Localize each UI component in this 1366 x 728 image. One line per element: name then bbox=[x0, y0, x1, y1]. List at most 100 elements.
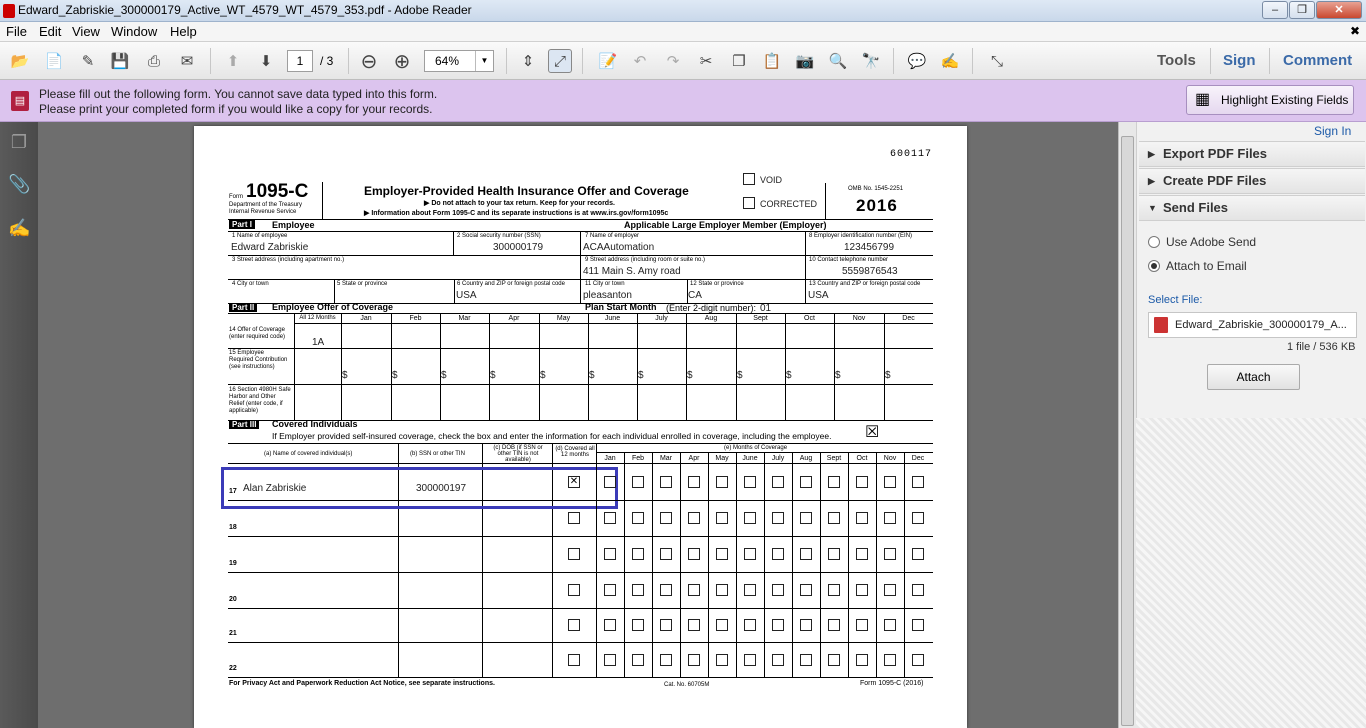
contribution-dollar-11[interactable]: $ bbox=[885, 370, 891, 381]
month-checkbox[interactable] bbox=[828, 548, 840, 560]
month-checkbox[interactable] bbox=[912, 619, 924, 631]
rotate-right-icon[interactable]: ↷ bbox=[661, 49, 685, 73]
previous-page-icon[interactable]: ⬆ bbox=[221, 49, 245, 73]
highlight-fields-button[interactable]: ▦ Highlight Existing Fields bbox=[1186, 85, 1354, 115]
comment-pane-link[interactable]: Comment bbox=[1283, 52, 1352, 69]
month-checkbox[interactable] bbox=[772, 548, 784, 560]
month-checkbox[interactable] bbox=[800, 548, 812, 560]
month-checkbox[interactable] bbox=[632, 653, 644, 666]
month-checkbox[interactable] bbox=[772, 584, 784, 596]
month-checkbox[interactable] bbox=[632, 619, 644, 631]
month-checkbox[interactable] bbox=[604, 653, 616, 666]
month-checkbox[interactable] bbox=[856, 512, 868, 524]
use-adobe-send-radio[interactable] bbox=[1148, 236, 1160, 248]
sign-pane-link[interactable]: Sign bbox=[1223, 52, 1256, 69]
paste-icon[interactable]: 📋 bbox=[760, 49, 784, 73]
open-icon[interactable]: 📂 bbox=[8, 49, 32, 73]
all-12-months-checkbox[interactable] bbox=[568, 548, 580, 560]
month-checkbox[interactable] bbox=[604, 619, 616, 631]
minimize-button[interactable]: ‒ bbox=[1262, 1, 1288, 19]
edit-pdf-icon[interactable]: ✎ bbox=[76, 49, 100, 73]
month-checkbox[interactable] bbox=[632, 584, 644, 596]
save-icon[interactable]: 💾 bbox=[108, 49, 132, 73]
binoculars-icon[interactable]: 🔭 bbox=[859, 49, 883, 73]
month-checkbox[interactable] bbox=[632, 476, 644, 488]
month-checkbox[interactable] bbox=[828, 619, 840, 631]
month-checkbox[interactable] bbox=[660, 548, 672, 560]
zoom-out-icon[interactable]: ⊖ bbox=[357, 49, 381, 73]
contribution-dollar-3[interactable]: $ bbox=[490, 370, 496, 381]
tools-pane-link[interactable]: Tools bbox=[1157, 52, 1196, 69]
employer-name-field[interactable]: ACAAutomation bbox=[583, 242, 654, 253]
maximize-button[interactable]: ❐ bbox=[1289, 1, 1315, 19]
create-pdf-section[interactable]: ▶ Create PDF Files bbox=[1139, 168, 1365, 194]
month-checkbox[interactable] bbox=[660, 584, 672, 596]
employer-state-field[interactable]: CA bbox=[688, 290, 702, 301]
search-icon[interactable]: 🔍 bbox=[826, 49, 850, 73]
employee-country-field[interactable]: USA bbox=[456, 290, 477, 301]
month-checkbox[interactable] bbox=[660, 476, 672, 488]
cut-icon[interactable]: ✂ bbox=[694, 49, 718, 73]
contribution-dollar-4[interactable]: $ bbox=[540, 370, 546, 381]
month-checkbox[interactable] bbox=[884, 653, 896, 666]
employer-country-field[interactable]: USA bbox=[808, 290, 829, 301]
month-checkbox[interactable] bbox=[912, 548, 924, 560]
month-checkbox[interactable] bbox=[660, 512, 672, 524]
fit-width-icon[interactable]: ⇕ bbox=[516, 49, 540, 73]
month-checkbox[interactable] bbox=[772, 619, 784, 631]
month-checkbox[interactable] bbox=[884, 584, 896, 596]
close-window-button[interactable]: ✕ bbox=[1316, 1, 1362, 19]
month-checkbox[interactable] bbox=[856, 653, 868, 666]
month-checkbox[interactable] bbox=[744, 476, 756, 488]
rotate-left-icon[interactable]: ↶ bbox=[628, 49, 652, 73]
month-checkbox[interactable] bbox=[856, 619, 868, 631]
month-checkbox[interactable] bbox=[744, 584, 756, 596]
month-checkbox[interactable] bbox=[800, 512, 812, 524]
fit-page-icon[interactable]: ⤢ bbox=[548, 49, 572, 73]
all-12-months-checkbox[interactable] bbox=[568, 584, 580, 596]
employer-phone-field[interactable]: 5559876543 bbox=[842, 266, 898, 277]
month-checkbox[interactable] bbox=[828, 584, 840, 596]
month-checkbox[interactable] bbox=[688, 619, 700, 631]
menu-file[interactable]: File bbox=[6, 24, 27, 39]
month-checkbox[interactable] bbox=[856, 548, 868, 560]
month-checkbox[interactable] bbox=[604, 476, 616, 488]
month-checkbox[interactable] bbox=[912, 476, 924, 488]
sign-in-link[interactable]: Sign In bbox=[1314, 124, 1351, 138]
menu-help[interactable]: Help bbox=[170, 24, 197, 39]
month-checkbox[interactable] bbox=[800, 476, 812, 488]
all-12-months-checkbox[interactable] bbox=[568, 653, 580, 666]
contribution-dollar-8[interactable]: $ bbox=[737, 370, 743, 381]
corrected-checkbox[interactable] bbox=[743, 197, 755, 209]
month-checkbox[interactable] bbox=[716, 584, 728, 596]
menu-edit[interactable]: Edit bbox=[39, 24, 61, 39]
employer-ein-field[interactable]: 123456799 bbox=[844, 242, 894, 253]
month-checkbox[interactable] bbox=[912, 512, 924, 524]
sticky-note-icon[interactable]: 💬 bbox=[905, 49, 929, 73]
contribution-dollar-10[interactable]: $ bbox=[835, 370, 841, 381]
month-checkbox[interactable] bbox=[912, 584, 924, 596]
create-pdf-icon[interactable]: 📄 bbox=[42, 49, 66, 73]
contribution-dollar-1[interactable]: $ bbox=[392, 370, 398, 381]
month-checkbox[interactable] bbox=[828, 512, 840, 524]
page-number-input[interactable]: 1 bbox=[287, 50, 313, 72]
month-checkbox[interactable] bbox=[828, 653, 840, 666]
contribution-dollar-9[interactable]: $ bbox=[786, 370, 792, 381]
close-document-icon[interactable]: ✖ bbox=[1350, 24, 1360, 38]
month-checkbox[interactable] bbox=[800, 619, 812, 631]
month-checkbox[interactable] bbox=[632, 548, 644, 560]
recognize-text-icon[interactable]: 📝 bbox=[596, 49, 620, 73]
month-checkbox[interactable] bbox=[688, 584, 700, 596]
zoom-select[interactable]: 64% ▼ bbox=[424, 50, 494, 72]
covered-name-field[interactable]: Alan Zabriskie bbox=[243, 483, 306, 494]
month-checkbox[interactable] bbox=[884, 619, 896, 631]
menu-view[interactable]: View bbox=[72, 24, 100, 39]
month-checkbox[interactable] bbox=[744, 548, 756, 560]
month-checkbox[interactable] bbox=[744, 619, 756, 631]
snapshot-icon[interactable]: 📷 bbox=[793, 49, 817, 73]
offer-all-12-field[interactable]: 1A bbox=[312, 337, 324, 348]
month-checkbox[interactable] bbox=[716, 548, 728, 560]
menu-window[interactable]: Window bbox=[111, 24, 157, 39]
all-12-months-checkbox[interactable] bbox=[568, 512, 580, 524]
month-checkbox[interactable] bbox=[772, 476, 784, 488]
